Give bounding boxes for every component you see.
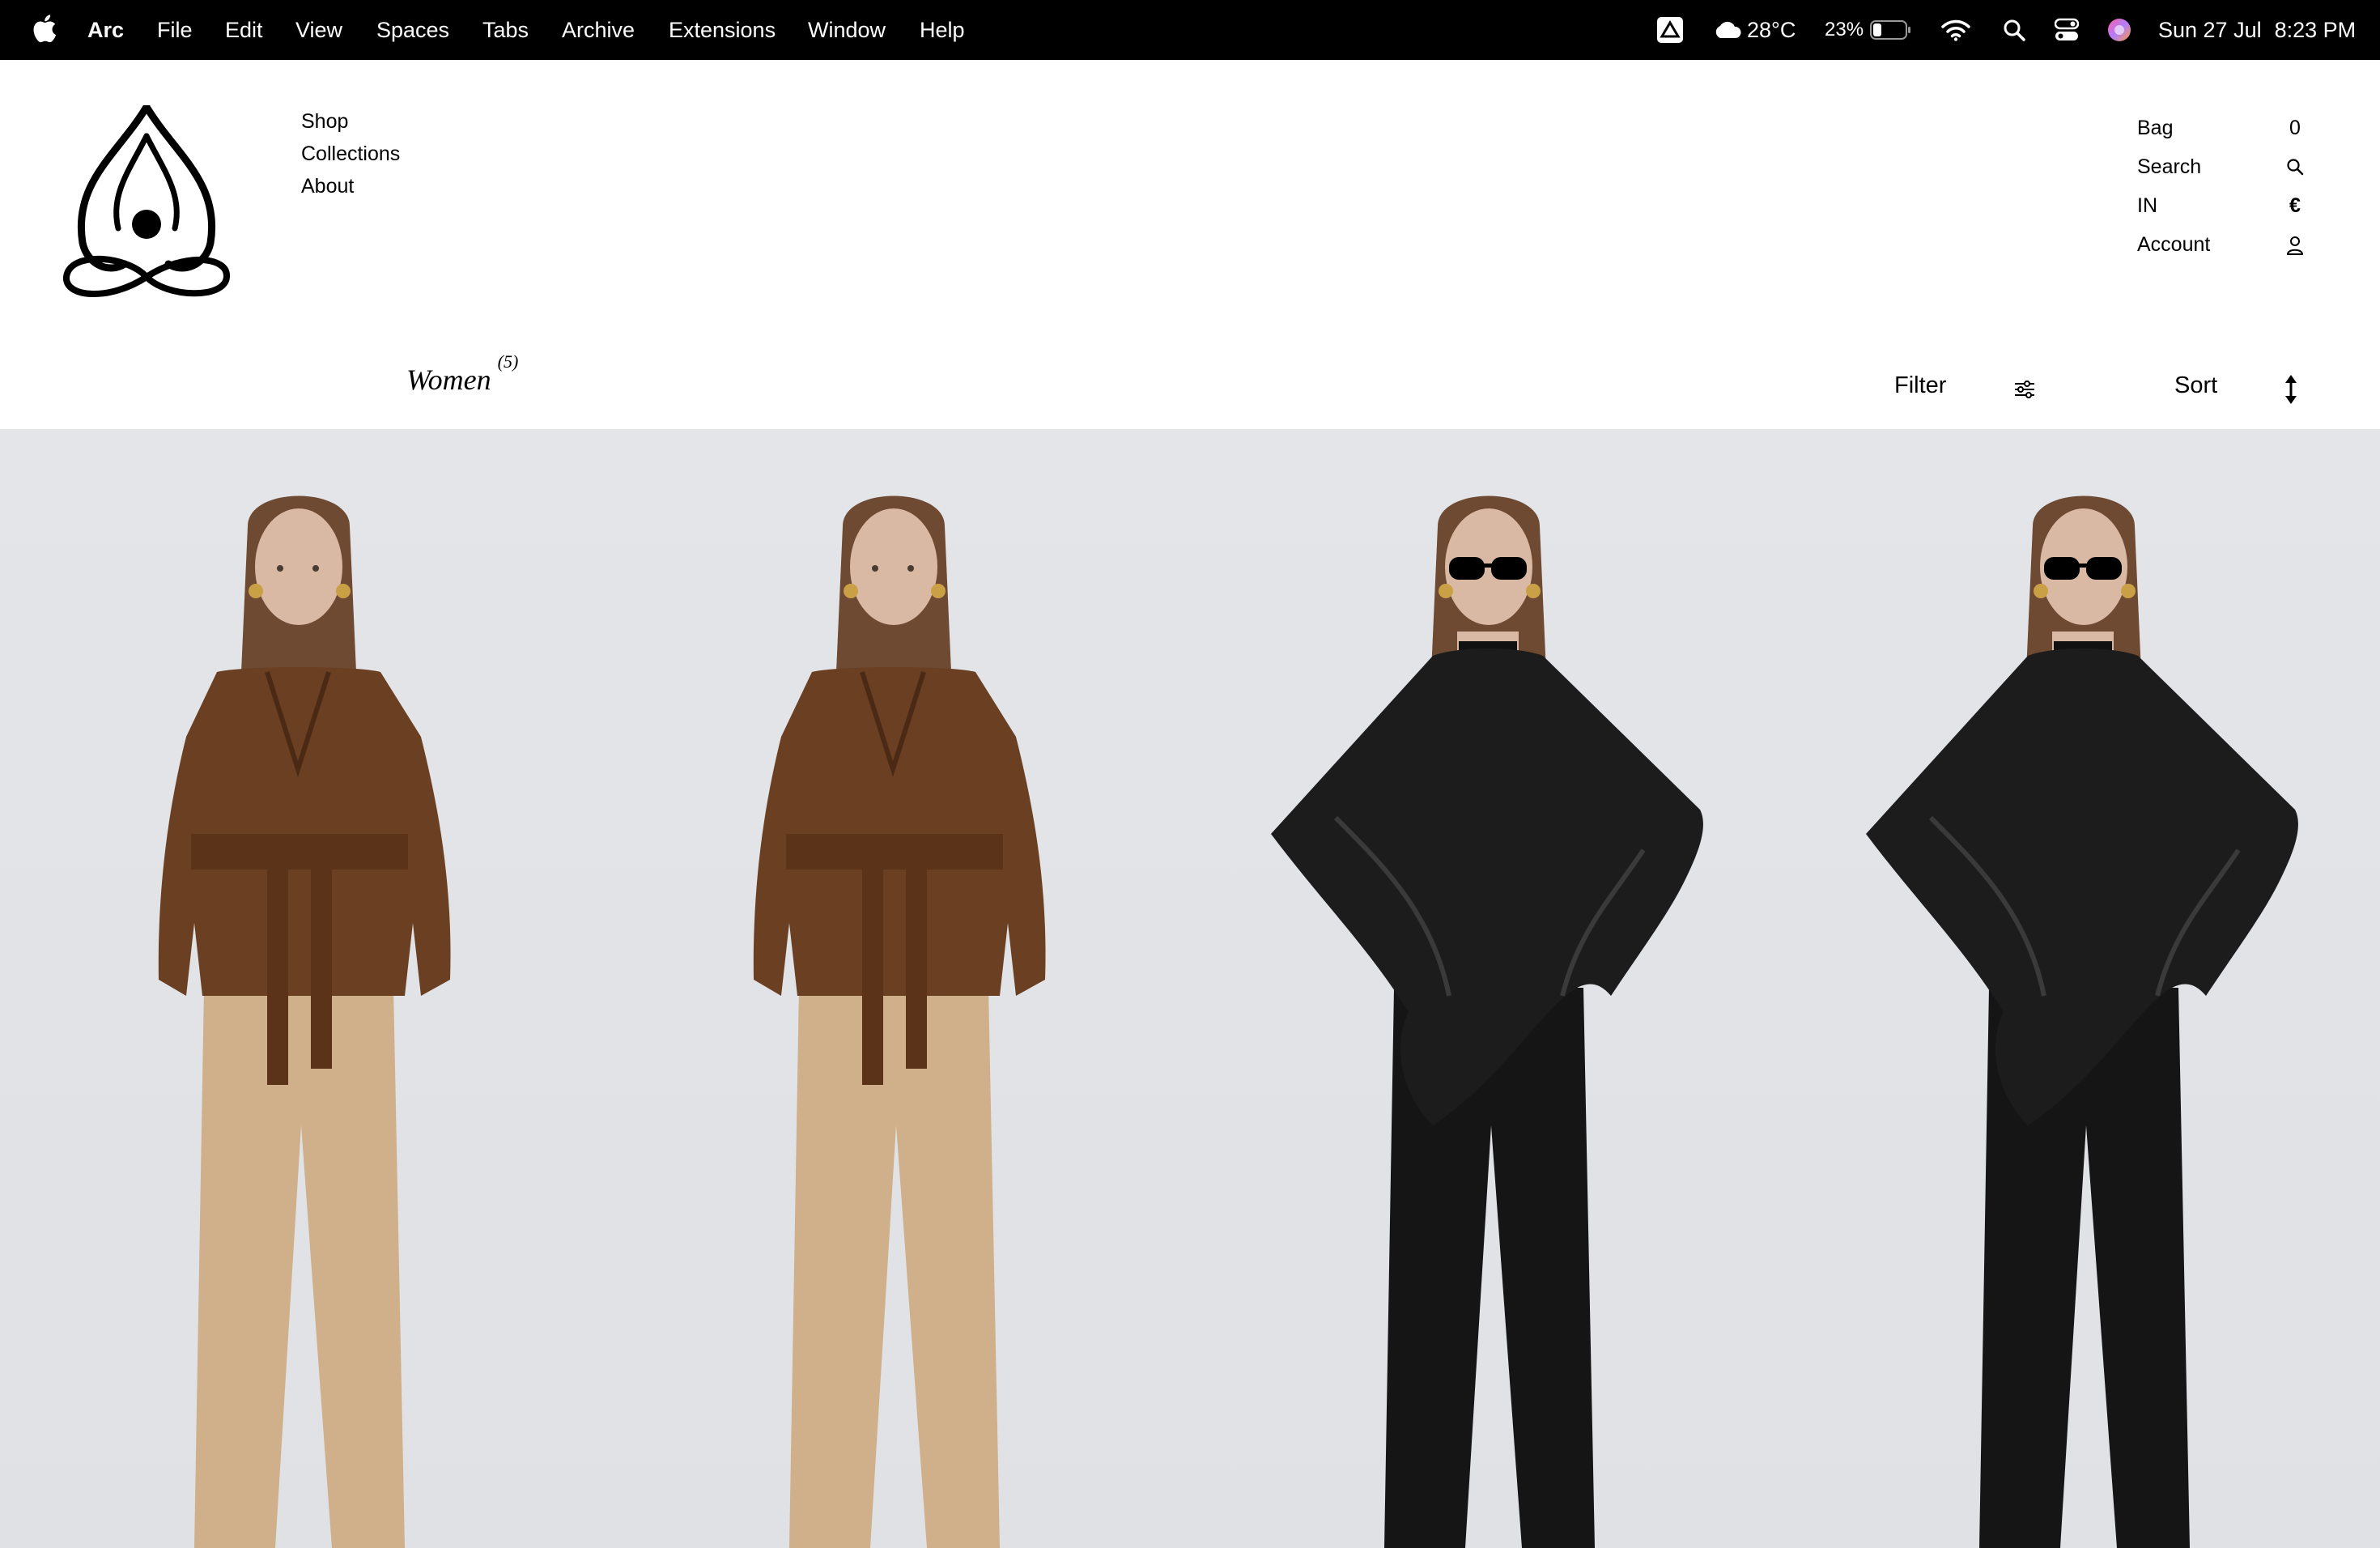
nav-link-shop[interactable]: Shop xyxy=(301,105,400,138)
clock[interactable]: Sun 27 Jul 8:23 PM xyxy=(2158,0,2356,60)
product-card[interactable] xyxy=(595,429,1190,1548)
system-menubar: Arc File Edit View Spaces Tabs Archive E… xyxy=(0,0,2380,60)
product-card[interactable] xyxy=(1190,429,1785,1548)
weather-temp: 28°C xyxy=(1747,17,1796,42)
clock-date: Sun 27 Jul xyxy=(2158,17,2262,42)
spotlight-search-icon[interactable] xyxy=(2003,0,2025,60)
search-icon xyxy=(2287,159,2304,176)
menu-archive[interactable]: Archive xyxy=(562,0,635,60)
wifi-icon[interactable] xyxy=(1941,0,1970,60)
cloud-icon xyxy=(1715,21,1741,38)
search-label: Search xyxy=(2137,155,2202,178)
filter-sliders-icon[interactable] xyxy=(2014,381,2035,398)
main-nav: Shop Collections About xyxy=(301,105,400,202)
account-label: Account xyxy=(2137,233,2211,256)
menu-tabs[interactable]: Tabs xyxy=(482,0,529,60)
menu-help[interactable]: Help xyxy=(920,0,965,60)
region-currency-button[interactable]: IN € xyxy=(2137,189,2307,228)
battery-widget[interactable]: 23% xyxy=(1825,0,1912,60)
product-card[interactable] xyxy=(1785,429,2380,1548)
menu-edit[interactable]: Edit xyxy=(225,0,263,60)
bag-label: Bag xyxy=(2137,117,2174,139)
utility-nav: Bag 0 Search IN € Account xyxy=(2137,112,2307,267)
currency-symbol: € xyxy=(2289,194,2301,217)
drive-status-icon[interactable] xyxy=(1656,0,1684,60)
apple-icon[interactable] xyxy=(32,13,57,44)
menu-view[interactable]: View xyxy=(295,0,342,60)
weather-widget[interactable]: 28°C xyxy=(1713,0,1796,60)
product-grid xyxy=(0,429,2380,1548)
clock-time: 8:23 PM xyxy=(2274,17,2357,42)
menu-extensions[interactable]: Extensions xyxy=(669,0,776,60)
siri-icon[interactable] xyxy=(2106,0,2132,60)
account-button[interactable]: Account xyxy=(2137,228,2307,267)
brand-logo[interactable] xyxy=(62,105,232,304)
menu-app-name[interactable]: Arc xyxy=(87,0,124,60)
bag-count: 0 xyxy=(2289,117,2301,139)
user-icon xyxy=(2287,236,2303,255)
category-heading: Women (5) xyxy=(406,351,518,397)
menu-window[interactable]: Window xyxy=(808,0,886,60)
control-center-icon[interactable] xyxy=(2055,0,2079,60)
product-image xyxy=(0,429,595,1548)
product-image xyxy=(1785,429,2380,1548)
sort-button[interactable]: Sort xyxy=(2174,372,2217,399)
nav-link-collections[interactable]: Collections xyxy=(301,138,400,170)
nav-link-about[interactable]: About xyxy=(301,170,400,202)
battery-percent: 23% xyxy=(1825,19,1864,40)
menu-file[interactable]: File xyxy=(157,0,193,60)
region-label: IN xyxy=(2137,194,2157,217)
menu-spaces[interactable]: Spaces xyxy=(376,0,449,60)
category-title: Women xyxy=(406,364,491,396)
product-card[interactable] xyxy=(0,429,595,1548)
product-image xyxy=(595,429,1190,1548)
bag-button[interactable]: Bag 0 xyxy=(2137,112,2307,151)
sort-arrows-icon[interactable] xyxy=(2284,374,2297,405)
search-button[interactable]: Search xyxy=(2137,151,2307,189)
category-count: (5) xyxy=(497,351,519,372)
product-image xyxy=(1190,429,1785,1548)
battery-icon xyxy=(1870,20,1911,40)
filter-button[interactable]: Filter xyxy=(1894,372,1946,399)
